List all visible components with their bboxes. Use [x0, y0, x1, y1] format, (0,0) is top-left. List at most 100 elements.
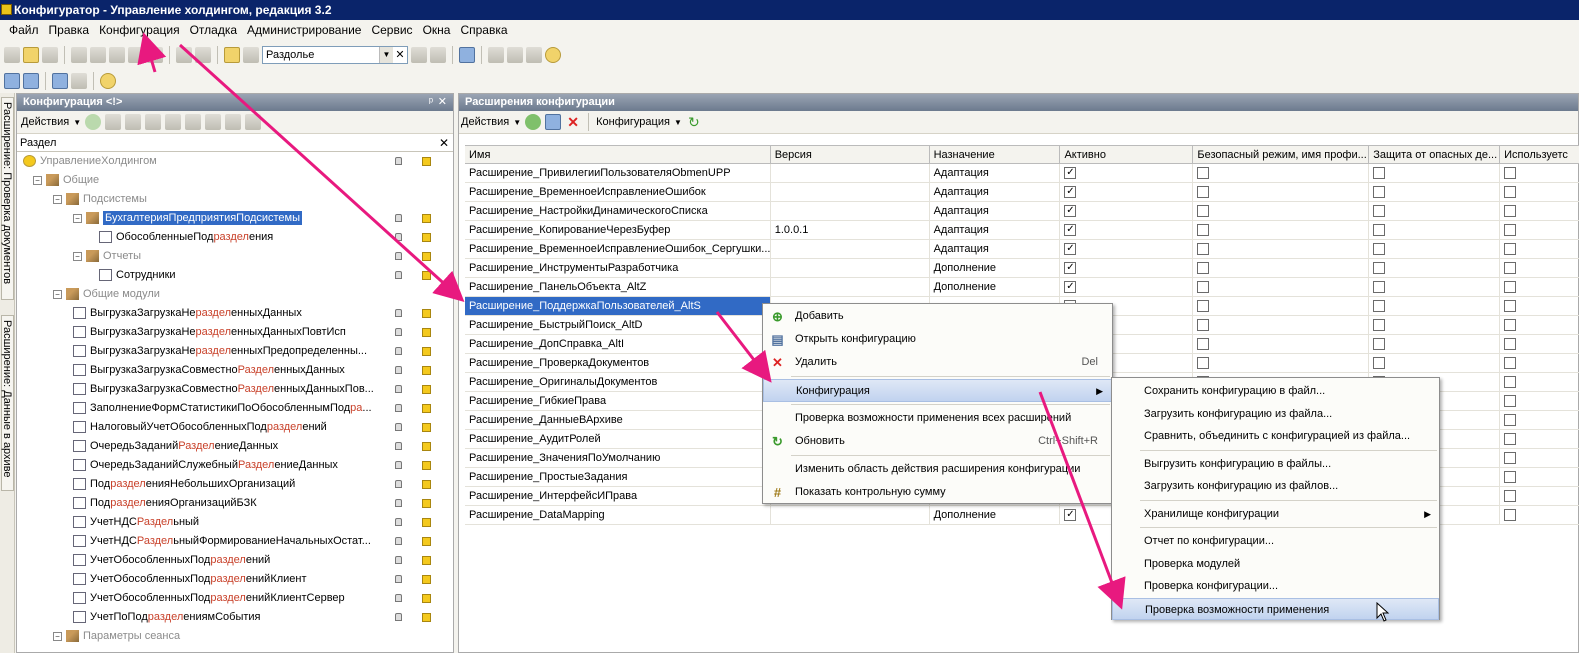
tree-item[interactable]: ОбособленныеПодразделения: [17, 228, 453, 247]
collapse-icon[interactable]: −: [73, 213, 82, 223]
column-name[interactable]: Имя: [465, 146, 771, 163]
windows-icon[interactable]: [459, 47, 475, 63]
menu-debug[interactable]: Отладка: [185, 20, 242, 41]
info-icon[interactable]: [545, 47, 561, 63]
paste-icon[interactable]: [109, 47, 125, 63]
table-row[interactable]: Расширение_ПривилегииПользователяObmenUP…: [465, 164, 1579, 183]
menu-file[interactable]: Файл: [4, 20, 44, 41]
cut-icon[interactable]: [71, 47, 87, 63]
checkbox[interactable]: [1504, 490, 1517, 502]
submenu-item[interactable]: Сохранить конфигурацию в файл...: [1112, 380, 1439, 403]
checkbox[interactable]: ✓: [1064, 224, 1077, 236]
checkbox[interactable]: [1373, 243, 1386, 255]
tree-item[interactable]: ВыгрузкаЗагрузкаНеразделенныхДанныхПовтИ…: [17, 323, 453, 342]
checkbox[interactable]: [1197, 319, 1210, 331]
context-menu-item[interactable]: Изменить область действия расширения кон…: [763, 458, 1112, 481]
checkbox[interactable]: [1373, 262, 1386, 274]
table-row[interactable]: Расширение_НастройкиДинамическогоСписка А…: [465, 202, 1579, 221]
column-safe-mode[interactable]: Безопасный режим, имя профи...: [1193, 146, 1370, 163]
submenu-item[interactable]: Сравнить, объединить с конфигурацией из …: [1112, 425, 1439, 448]
tree-item[interactable]: УчетОбособленныхПодразделенийКлиентСерве…: [17, 589, 453, 608]
context-menu-item[interactable]: ▤ Открыть конфигурацию: [763, 328, 1112, 351]
open-config-icon[interactable]: [545, 114, 562, 130]
checkbox[interactable]: [1504, 319, 1517, 331]
config-tree-icon[interactable]: [4, 73, 20, 89]
tree-item[interactable]: − Общие модули: [17, 285, 453, 304]
checkbox[interactable]: ✓: [1064, 167, 1077, 179]
checkbox[interactable]: [1197, 205, 1210, 217]
new-file-icon[interactable]: [4, 47, 20, 63]
checkbox[interactable]: [1504, 414, 1517, 426]
checkbox[interactable]: [1373, 205, 1386, 217]
syntax-helper-icon[interactable]: [526, 47, 542, 63]
open-folder-icon[interactable]: [23, 47, 39, 63]
update-db-icon[interactable]: [52, 73, 68, 89]
tree-item[interactable]: ВыгрузкаЗагрузкаНеразделенныхДанных: [17, 304, 453, 323]
tree-item[interactable]: УчетПоПодразделениямСобытия: [17, 608, 453, 627]
menu-edit[interactable]: Правка: [44, 20, 95, 41]
menu-windows[interactable]: Окна: [418, 20, 456, 41]
tree-item[interactable]: ОчередьЗаданийСлужебныйРазделениеДанных: [17, 456, 453, 475]
context-menu-item[interactable]: ↻ Обновить Ctrl+Shift+R: [763, 430, 1112, 453]
edit-icon[interactable]: [105, 114, 122, 130]
tree-item[interactable]: ПодразделенияОрганизацийБЗК: [17, 494, 453, 513]
actions-menu-button[interactable]: Действия: [21, 116, 69, 128]
search-combo[interactable]: Раздолье ▼ ✕: [262, 46, 408, 64]
tree-item[interactable]: ОчередьЗаданийРазделениеДанных: [17, 437, 453, 456]
tree-item[interactable]: − БухгалтерияПредприятияПодсистемы: [17, 209, 453, 228]
checkbox[interactable]: ✓: [1064, 509, 1077, 521]
submenu-item[interactable]: Загрузить конфигурацию из файлов...: [1112, 475, 1439, 498]
checkbox[interactable]: [1373, 300, 1386, 312]
checkbox[interactable]: [1197, 262, 1210, 274]
find-prev-icon[interactable]: [430, 47, 446, 63]
delete-icon[interactable]: ✕: [565, 114, 581, 130]
checkbox[interactable]: [1504, 243, 1517, 255]
checkbox[interactable]: [1373, 338, 1386, 350]
debug-window-icon[interactable]: [71, 73, 87, 89]
checkbox[interactable]: [1504, 300, 1517, 312]
tree-search-field[interactable]: Раздел ✕: [17, 134, 453, 152]
checkbox[interactable]: [1197, 243, 1210, 255]
tree-item[interactable]: ЗаполнениеФормСтатистикиПоОбособленнымПо…: [17, 399, 453, 418]
column-purpose[interactable]: Назначение: [930, 146, 1061, 163]
save-icon[interactable]: [42, 47, 58, 63]
filter-clear-icon[interactable]: [245, 114, 262, 130]
close-icon[interactable]: ✕: [438, 94, 447, 111]
checkbox[interactable]: [1373, 319, 1386, 331]
context-menu-item[interactable]: # Показать контрольную сумму: [763, 481, 1112, 504]
checkbox[interactable]: [1197, 281, 1210, 293]
clear-icon[interactable]: ✕: [393, 47, 407, 63]
menu-help[interactable]: Справка: [455, 20, 512, 41]
clear-search-icon[interactable]: ✕: [439, 134, 449, 152]
checkbox[interactable]: [1197, 186, 1210, 198]
tree-item[interactable]: ВыгрузкаЗагрузкаСовместноРазделенныхДанн…: [17, 361, 453, 380]
db-config-icon[interactable]: [23, 73, 39, 89]
checkbox[interactable]: [1197, 357, 1210, 369]
checkbox[interactable]: [1373, 281, 1386, 293]
checkbox[interactable]: [1197, 300, 1210, 312]
table-row[interactable]: Расширение_ИнструментыРазработчика Дополн…: [465, 259, 1579, 278]
add-icon[interactable]: [525, 114, 542, 130]
context-menu-item[interactable]: Конфигурация ▶: [763, 379, 1112, 402]
column-used[interactable]: Используетс: [1500, 146, 1579, 163]
checkbox[interactable]: [1504, 186, 1517, 198]
checkbox[interactable]: [1504, 338, 1517, 350]
assistant-icon[interactable]: [488, 47, 504, 63]
redo-icon[interactable]: [195, 47, 211, 63]
checkbox[interactable]: [1504, 205, 1517, 217]
menu-configuration[interactable]: Конфигурация: [94, 20, 185, 41]
submenu-item[interactable]: Выгрузить конфигурацию в файлы...: [1112, 453, 1439, 476]
collapse-icon[interactable]: −: [33, 175, 42, 185]
table-row[interactable]: Расширение_КопированиеЧерезБуфер 1.0.0.1 А…: [465, 221, 1579, 240]
tab-extension-doc-check[interactable]: Расширение: Проверка документов: [1, 97, 14, 300]
move-down-icon[interactable]: [185, 114, 202, 130]
checkbox[interactable]: [1504, 376, 1517, 388]
tree-item[interactable]: − Параметры сеанса: [17, 627, 453, 646]
tree-item[interactable]: − Отчеты: [17, 247, 453, 266]
submenu-item[interactable]: Отчет по конфигурации...: [1112, 530, 1439, 553]
checkbox[interactable]: [1504, 452, 1517, 464]
checkbox[interactable]: [1504, 433, 1517, 445]
filter-icon[interactable]: [225, 114, 242, 130]
find-next-icon[interactable]: [411, 47, 427, 63]
print-icon[interactable]: [128, 47, 144, 63]
